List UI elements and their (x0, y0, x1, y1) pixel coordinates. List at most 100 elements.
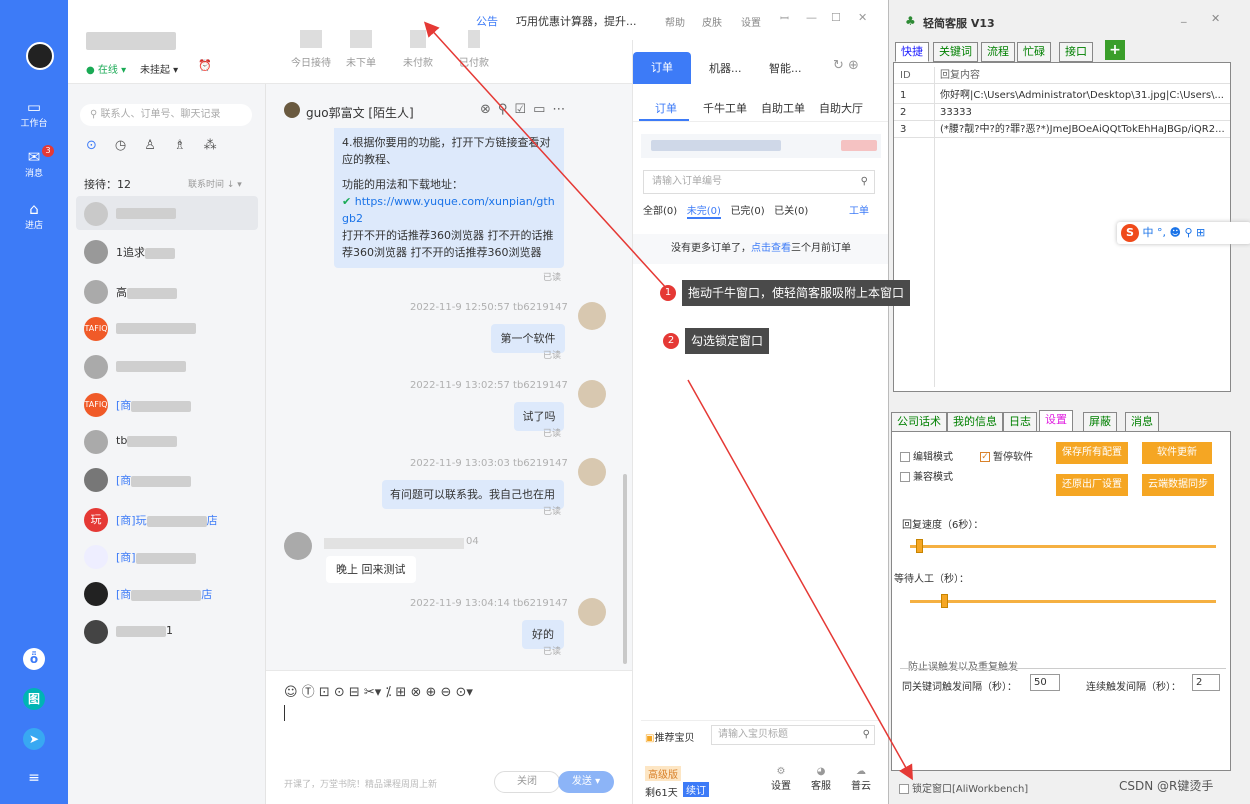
tab-keyword[interactable]: 关键词 (933, 42, 978, 62)
reply-speed-thumb[interactable] (916, 539, 924, 553)
input-toolbar-icons[interactable]: ☺ Ⓣ ⊡ ⊙ ⊟ ✂▾ ⁒ ⊞ ⊗ ⊕ ⊖ ⊙▾ (284, 681, 473, 700)
filter-finished[interactable]: 已完(0) (730, 206, 764, 217)
renew-button[interactable]: 续订 (683, 782, 709, 797)
subtab-order[interactable]: 订单 (655, 100, 677, 116)
lock-window-checkbox[interactable]: 锁定窗口[AliWorkbench] (899, 780, 1028, 795)
contact-item[interactable]: tb (76, 424, 258, 458)
minimize-icon[interactable]: _ (1181, 10, 1187, 23)
refresh-icon[interactable]: ↻ ⊕ (833, 58, 859, 73)
stat-unpaid[interactable]: 未付款 (388, 30, 448, 69)
tab-smart[interactable]: 智能... (769, 60, 802, 76)
tab-order[interactable]: 订单 (633, 52, 691, 84)
edit-mode-checkbox[interactable]: 编辑模式 (900, 448, 953, 463)
tab-my-info[interactable]: 我的信息 (947, 412, 1003, 432)
search-icon[interactable]: ⚲ (863, 726, 870, 744)
message-link[interactable]: https://www.yuque.com/xunpian/gthgb2 (342, 195, 555, 225)
wait-human-track[interactable] (910, 600, 1216, 603)
status-online[interactable]: ● 在线 ▾ (86, 61, 126, 76)
robot-icon[interactable]: ȫ (23, 648, 45, 670)
send-button[interactable]: 发送 ▾ (558, 771, 614, 793)
subtab-self[interactable]: 自助工单 (761, 100, 805, 116)
kw-interval-input[interactable]: 50 (1030, 674, 1060, 691)
software-update-button[interactable]: 软件更新 (1142, 442, 1212, 464)
filter-all[interactable]: 全部(0) (643, 206, 677, 217)
menu-skin[interactable]: 皮肤 (702, 14, 722, 29)
link-row[interactable]: ✔ https://www.yuque.com/xunpian/gthgb2 (342, 193, 556, 227)
ime-toolbar[interactable]: S 中 °, ☻ ⚲ ⊞ (1117, 222, 1250, 244)
sort-dropdown[interactable]: 联系时间 ↓ ▾ (188, 177, 242, 190)
image-app-icon[interactable]: 图 (23, 688, 45, 710)
chat-scrollbar[interactable] (623, 474, 627, 664)
order-search-input[interactable]: 请输入订单编号 ⚲ (643, 170, 875, 194)
menu-settings[interactable]: 设置 (741, 14, 761, 29)
checkbox[interactable] (899, 784, 909, 794)
pause-checkbox[interactable]: ✓ 暂停软件 (980, 448, 1033, 463)
wait-human-thumb[interactable] (940, 594, 948, 608)
send-app-icon[interactable]: ➤ (23, 728, 45, 750)
tab-robot[interactable]: 机器... (709, 60, 742, 76)
contact-item[interactable]: TAFIQ (76, 311, 258, 345)
chat-tools-icons[interactable]: ⊗⚲☑▭⋯ (480, 102, 572, 117)
save-config-button[interactable]: 保存所有配置 (1056, 442, 1128, 464)
contact-item[interactable]: 玩 [商]玩 店 (76, 502, 258, 536)
recommend-label[interactable]: ▣推荐宝贝 (645, 729, 694, 744)
checkbox[interactable] (900, 452, 910, 462)
contact-item[interactable]: 1 (76, 614, 258, 648)
factory-reset-button[interactable]: 还原出厂设置 (1056, 474, 1128, 496)
person-icon[interactable]: ♙ (144, 138, 174, 153)
tab-flow[interactable]: 流程 (981, 42, 1015, 62)
bottom-service[interactable]: ◕ 客服 (811, 766, 831, 792)
cloud-sync-button[interactable]: 云端数据同步 (1142, 474, 1214, 496)
tab-company-phrases[interactable]: 公司话术 (891, 412, 947, 432)
table-row[interactable]: 1 你好啊|C:\Users\Administrator\Desktop\31.j… (894, 87, 1230, 104)
stat-paid[interactable]: 已付款 (444, 30, 504, 69)
group-icon[interactable]: ♗ (174, 138, 204, 153)
view-older-link[interactable]: 点击查看 (751, 243, 791, 254)
menu-help[interactable]: 帮助 (665, 14, 685, 29)
pin-icon[interactable]: ꟷ (780, 11, 789, 26)
contact-item[interactable] (76, 349, 258, 383)
tab-log[interactable]: 日志 (1003, 412, 1037, 432)
worklink[interactable]: 工单 (849, 202, 869, 217)
notice-text[interactable]: 巧用优惠计算器，提升... (516, 13, 637, 29)
tab-quick[interactable]: 快捷 (895, 42, 929, 62)
contact-search[interactable]: ⚲ 联系人、订单号、聊天记录 (80, 104, 252, 126)
bottom-settings[interactable]: ⚙ 设置 (771, 766, 791, 792)
contact-item[interactable]: TAFIQ [商 (76, 387, 258, 421)
alarm-icon[interactable]: ⏰ (198, 59, 212, 72)
clock-icon[interactable]: ◷ (115, 138, 144, 153)
contact-item[interactable]: [商] (76, 539, 258, 573)
reply-speed-track[interactable] (910, 545, 1216, 548)
status-hang[interactable]: 未挂起 ▾ (140, 61, 178, 76)
user-avatar[interactable] (26, 42, 54, 70)
contact-filter-icons[interactable]: ⊙◷♙♗⁂ (86, 138, 235, 153)
search-icon[interactable]: ⚲ (861, 171, 868, 193)
contact-item[interactable]: [商 店 (76, 576, 258, 610)
org-icon[interactable]: ⁂ (204, 138, 235, 153)
subtab-hall[interactable]: 自助大厅 (819, 100, 863, 116)
maximize-icon[interactable]: ☐ (831, 11, 841, 24)
checkbox[interactable]: ✓ (980, 452, 990, 462)
cont-interval-input[interactable]: 2 (1192, 674, 1220, 691)
recommend-input[interactable]: 请输入宝贝标题 ⚲ (711, 725, 875, 745)
tab-busy[interactable]: 忙碌 (1017, 42, 1051, 62)
footer-ad[interactable]: 开课了，万堂书院！精品课程周周上新 (284, 777, 437, 790)
chat-filter-icon[interactable]: ⊙ (86, 138, 115, 153)
table-row[interactable]: 3 (*腰?靓?中?的?罪?恶?*)JmeJBOeAiQQtTokEhHaJBGp… (894, 121, 1230, 138)
close-icon[interactable]: ✕ (1211, 12, 1220, 25)
menu-icon[interactable]: ≡ (0, 770, 68, 786)
chat-input-area[interactable]: ☺ Ⓣ ⊡ ⊙ ⊟ ✂▾ ⁒ ⊞ ⊗ ⊕ ⊖ ⊙▾ 开课了，万堂书院！精品课程周… (266, 670, 632, 804)
checkbox[interactable] (900, 472, 910, 482)
contact-item[interactable] (76, 196, 258, 230)
compat-mode-checkbox[interactable]: 兼容模式 (900, 468, 953, 483)
tab-block[interactable]: 屏蔽 (1083, 412, 1117, 432)
close-chat-button[interactable]: 关闭 (494, 771, 560, 793)
subtab-qianniu[interactable]: 千牛工单 (703, 100, 747, 116)
stat-unordered[interactable]: 未下单 (331, 30, 391, 69)
tab-api[interactable]: 接口 (1059, 42, 1093, 62)
minimize-icon[interactable]: — (806, 11, 817, 24)
tab-messages[interactable]: 消息 (1125, 412, 1159, 432)
close-icon[interactable]: ✕ (858, 11, 867, 24)
bottom-puyun[interactable]: ☁ 普云 (851, 766, 871, 792)
filter-unfinished[interactable]: 未完(0) (686, 206, 721, 219)
